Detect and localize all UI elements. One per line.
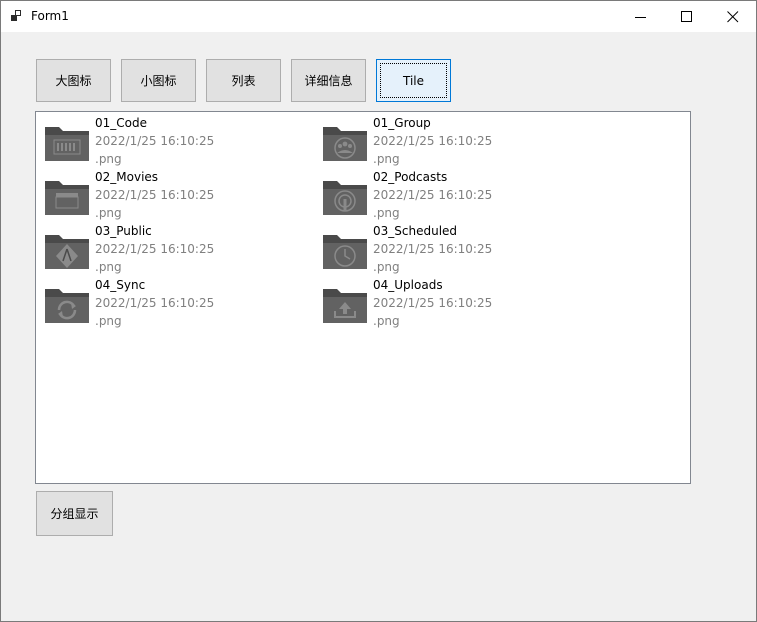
list-item[interactable]: 02_Movies 2022/1/25 16:10:25 .png	[36, 166, 306, 220]
item-name: 02_Podcasts	[373, 170, 448, 184]
large-icon-button-label: 大图标	[55, 74, 92, 88]
code-folder-icon	[45, 127, 89, 161]
list-item[interactable]: 01_Code 2022/1/25 16:10:25 .png	[36, 112, 306, 166]
group-display-button[interactable]: 分组显示	[36, 491, 113, 536]
details-button[interactable]: 详细信息	[291, 59, 366, 102]
item-ext: .png	[373, 152, 400, 166]
list-item[interactable]: 02_Podcasts 2022/1/25 16:10:25 .png	[314, 166, 584, 220]
title-bar[interactable]: Form1	[1, 1, 756, 32]
item-date: 2022/1/25 16:10:25	[95, 296, 215, 310]
item-ext: .png	[95, 260, 122, 274]
item-name: 03_Public	[95, 224, 152, 238]
focus-rectangle	[380, 63, 447, 98]
maximize-icon	[681, 11, 692, 22]
app-icon	[11, 10, 21, 21]
list-item[interactable]: 01_Group 2022/1/25 16:10:25 .png	[314, 112, 584, 166]
item-name: 02_Movies	[95, 170, 159, 184]
details-button-label: 详细信息	[304, 74, 353, 88]
list-button[interactable]: 列表	[206, 59, 281, 102]
item-date: 2022/1/25 16:10:25	[373, 242, 493, 256]
group-folder-icon	[323, 127, 367, 161]
close-button[interactable]	[710, 1, 756, 32]
uploads-folder-icon	[323, 289, 367, 323]
item-name: 01_Group	[373, 116, 431, 130]
small-icon-button[interactable]: 小图标	[121, 59, 196, 102]
item-ext: .png	[373, 260, 400, 274]
small-icon-button-label: 小图标	[140, 74, 177, 88]
scheduled-folder-icon	[323, 235, 367, 269]
list-item[interactable]: 04_Uploads 2022/1/25 16:10:25 .png	[314, 274, 584, 328]
item-name: 03_Scheduled	[373, 224, 458, 238]
item-name: 01_Code	[95, 116, 147, 130]
item-ext: .png	[95, 314, 122, 328]
item-date: 2022/1/25 16:10:25	[95, 134, 215, 148]
item-name: 04_Sync	[95, 278, 146, 292]
list-item[interactable]: 03_Public 2022/1/25 16:10:25 .png	[36, 220, 306, 274]
minimize-button[interactable]	[618, 1, 664, 32]
item-date: 2022/1/25 16:10:25	[373, 296, 493, 310]
item-ext: .png	[95, 206, 122, 220]
tile-button[interactable]: Tile	[376, 59, 451, 102]
public-folder-icon	[45, 235, 89, 269]
sync-folder-icon	[45, 289, 89, 323]
movies-folder-icon	[45, 181, 89, 215]
item-date: 2022/1/25 16:10:25	[95, 188, 215, 202]
item-name: 04_Uploads	[373, 278, 443, 292]
maximize-button[interactable]	[664, 1, 710, 32]
main-window: Form1 大图标 小图标 列表 详细信息 Tile 01_Code 2022/…	[0, 0, 757, 622]
list-item[interactable]: 03_Scheduled 2022/1/25 16:10:25 .png	[314, 220, 584, 274]
item-ext: .png	[373, 314, 400, 328]
item-date: 2022/1/25 16:10:25	[373, 134, 493, 148]
item-date: 2022/1/25 16:10:25	[373, 188, 493, 202]
item-date: 2022/1/25 16:10:25	[95, 242, 215, 256]
list-button-label: 列表	[231, 74, 256, 88]
minimize-icon	[635, 17, 646, 18]
large-icon-button[interactable]: 大图标	[36, 59, 111, 102]
window-title: Form1	[31, 9, 69, 23]
item-ext: .png	[95, 152, 122, 166]
item-ext: .png	[373, 206, 400, 220]
list-view[interactable]: 01_Code 2022/1/25 16:10:25 .png 01_Group…	[35, 111, 691, 484]
list-item[interactable]: 04_Sync 2022/1/25 16:10:25 .png	[36, 274, 306, 328]
group-display-button-label: 分组显示	[50, 507, 99, 521]
podcasts-folder-icon	[323, 181, 367, 215]
close-icon	[727, 11, 739, 23]
